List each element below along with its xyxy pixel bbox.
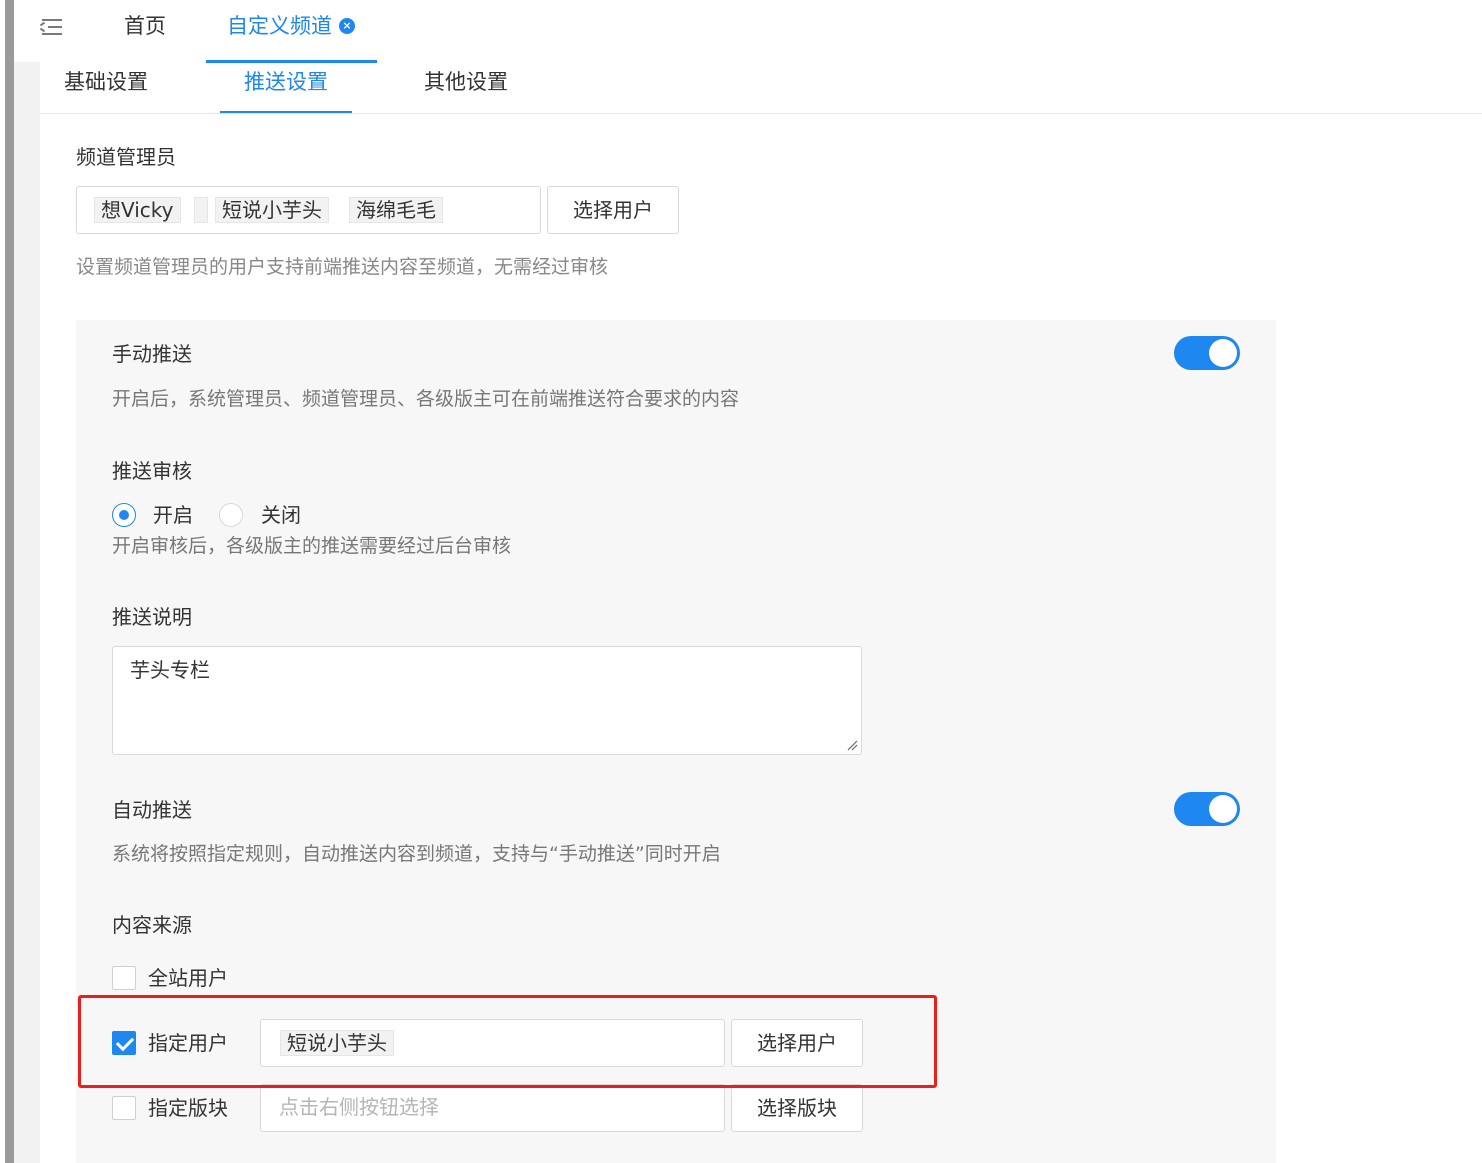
blocks-placeholder: 点击右侧按钮选择	[279, 1095, 439, 1119]
specified-blocks-field[interactable]: 点击右侧按钮选择	[260, 1084, 725, 1132]
select-admins-button[interactable]: 选择用户	[547, 186, 679, 234]
push-note-value: 芋头专栏	[130, 658, 210, 682]
active-tab-indicator	[206, 60, 377, 63]
review-on-radio[interactable]	[112, 503, 136, 527]
review-on-label[interactable]: 开启	[153, 502, 193, 528]
push-note-label: 推送说明	[112, 605, 192, 629]
admin-tag: 想Vicky	[94, 197, 181, 223]
admin-tag: 海绵毛毛	[349, 197, 443, 223]
specified-blocks-label[interactable]: 指定版块	[148, 1095, 228, 1121]
tab-basic-settings[interactable]: 基础设置	[64, 68, 148, 96]
toggle-knob	[1209, 339, 1237, 367]
admin-tag: 短说小芋头	[215, 197, 329, 223]
tab-custom-channel[interactable]: 自定义频道	[227, 12, 332, 40]
toggle-knob	[1209, 795, 1237, 823]
tab-home[interactable]: 首页	[124, 12, 166, 40]
close-icon[interactable]: ×	[339, 18, 355, 34]
menu-collapse-icon[interactable]	[38, 17, 62, 37]
push-review-hint: 开启审核后，各级版主的推送需要经过后台审核	[112, 535, 512, 557]
resize-grip-icon[interactable]	[846, 739, 858, 751]
all-users-label[interactable]: 全站用户	[148, 965, 228, 991]
highlight-box	[78, 995, 937, 1088]
review-off-label[interactable]: 关闭	[261, 502, 301, 528]
manual-push-hint: 开启后，系统管理员、频道管理员、各级版主可在前端推送符合要求的内容	[112, 388, 740, 410]
push-note-textarea[interactable]: 芋头专栏	[112, 646, 862, 755]
admins-label: 频道管理员	[76, 145, 176, 169]
tab-other-settings[interactable]: 其他设置	[424, 68, 508, 96]
manual-push-toggle[interactable]	[1174, 336, 1240, 370]
auto-push-hint: 系统将按照指定规则，自动推送内容到频道，支持与“手动推送”同时开启	[112, 843, 721, 865]
divider	[40, 113, 1482, 114]
push-review-label: 推送审核	[112, 459, 192, 483]
sidebar-scroll-bar	[5, 0, 14, 1163]
admins-field[interactable]: 想Vicky 短说小芋头 海绵毛毛	[76, 186, 541, 234]
content-source-label: 内容来源	[112, 913, 192, 937]
manual-push-label: 手动推送	[112, 342, 192, 366]
review-off-radio[interactable]	[219, 503, 243, 527]
auto-push-toggle[interactable]	[1174, 792, 1240, 826]
specified-blocks-checkbox[interactable]	[112, 1096, 136, 1120]
admins-hint: 设置频道管理员的用户支持前端推送内容至频道，无需经过审核	[76, 256, 609, 278]
admin-tag	[194, 197, 208, 223]
auto-push-label: 自动推送	[112, 798, 192, 822]
select-blocks-button[interactable]: 选择版块	[731, 1084, 863, 1132]
tab-push-settings[interactable]: 推送设置	[244, 68, 328, 96]
all-users-checkbox[interactable]	[112, 966, 136, 990]
content-gutter	[14, 62, 40, 1163]
